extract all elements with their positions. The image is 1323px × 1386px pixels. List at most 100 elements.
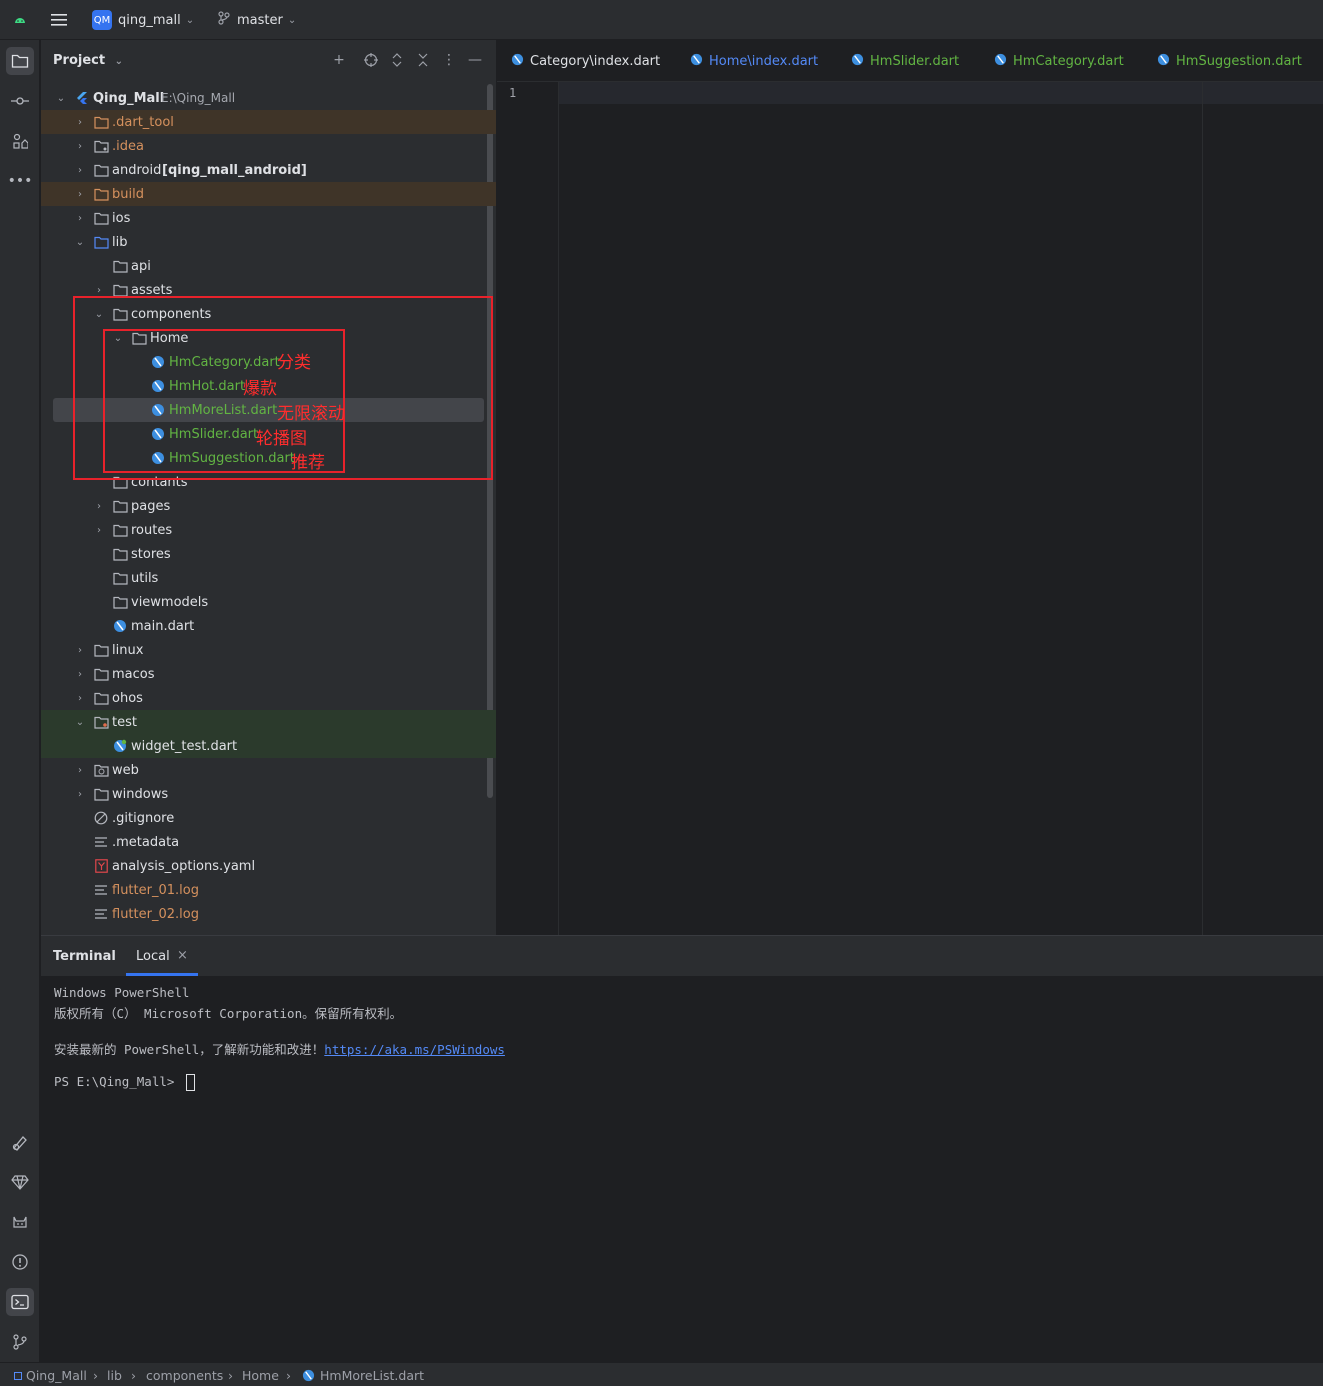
project-panel: Project ⌄ + ⋮ — ⌄ Qing_Mall E:\Qing_Mall… <box>41 40 496 935</box>
chevron-right-icon: › <box>78 188 82 200</box>
item-label: lib <box>112 234 128 250</box>
tree-item-flutter-01-log[interactable]: flutter_01.log <box>41 878 496 902</box>
add-icon[interactable]: + <box>331 52 347 68</box>
chevron-right-icon: › <box>78 692 82 704</box>
dart-file-icon <box>112 618 128 634</box>
project-panel-header: Project ⌄ + ⋮ — <box>41 40 496 82</box>
collapse-all-icon[interactable] <box>415 52 431 68</box>
breadcrumb-components[interactable]: components <box>146 1368 223 1383</box>
diamond-icon[interactable] <box>6 1168 34 1196</box>
locate-icon[interactable] <box>363 52 379 68</box>
text-file-icon <box>93 834 109 850</box>
tab-hmcategory[interactable]: HmCategory.dart <box>994 40 1124 82</box>
terminal-tool-icon[interactable] <box>6 1288 34 1316</box>
project-selector[interactable]: QM qing_mall ⌄ <box>92 0 194 40</box>
item-label: main.dart <box>131 618 195 634</box>
breadcrumb-home[interactable]: Home <box>242 1368 279 1383</box>
tree-item-ios[interactable]: › ios <box>41 206 496 230</box>
breadcrumb-lib[interactable]: lib <box>107 1368 122 1383</box>
tree-item-viewmodels[interactable]: viewmodels <box>41 590 496 614</box>
folder-excluded-icon <box>93 186 109 202</box>
expand-all-icon[interactable] <box>389 52 405 68</box>
tab-hmsuggestion[interactable]: HmSuggestion.dart <box>1157 40 1302 82</box>
git-tool-icon[interactable] <box>6 1328 34 1356</box>
flutter-inspector-icon[interactable] <box>6 1129 34 1157</box>
more-tools-icon[interactable]: ••• <box>6 167 34 195</box>
editor-tabs: Category\index.dart Home\index.dart HmSl… <box>497 40 1323 82</box>
folder-icon <box>93 210 109 226</box>
tree-item-stores[interactable]: stores <box>41 542 496 566</box>
breadcrumb-file[interactable]: HmMoreList.dart <box>302 1368 424 1385</box>
annotation-category: 分类 <box>277 353 311 373</box>
branch-icon <box>218 11 230 29</box>
tab-category-index[interactable]: Category\index.dart <box>511 40 660 82</box>
android-icon[interactable] <box>12 0 28 40</box>
tree-item-metadata[interactable]: .metadata <box>41 830 496 854</box>
tree-item-gitignore[interactable]: .gitignore <box>41 806 496 830</box>
tree-item-web[interactable]: › web <box>41 758 496 782</box>
yaml-file-icon <box>93 858 109 874</box>
item-label: android <box>112 162 162 178</box>
item-label: .idea <box>112 138 144 154</box>
project-badge: QM <box>92 10 112 30</box>
tree-item-main[interactable]: main.dart <box>41 614 496 638</box>
tree-item-linux[interactable]: › linux <box>41 638 496 662</box>
project-tool-icon[interactable] <box>6 47 34 75</box>
tree-item-windows[interactable]: › windows <box>41 782 496 806</box>
item-label: test <box>112 714 137 730</box>
tree-item-test[interactable]: ⌄ test <box>41 710 496 734</box>
line-gutter <box>497 82 559 935</box>
powershell-link[interactable]: https://aka.ms/PSWindows <box>324 1042 505 1057</box>
chevron-right-icon: › <box>93 1368 98 1383</box>
tree-item-widget-test[interactable]: widget_test.dart <box>41 734 496 758</box>
commit-tool-icon[interactable] <box>6 87 34 115</box>
annotation-hot: 爆款 <box>243 379 277 399</box>
project-title: Project <box>53 53 106 68</box>
annotation-more-list: 无限滚动 <box>277 404 345 424</box>
tree-item-routes[interactable]: › routes <box>41 518 496 542</box>
terminal-prompt-line[interactable]: PS E:\Qing_Mall> <box>54 1074 195 1091</box>
tree-item-ohos[interactable]: › ohos <box>41 686 496 710</box>
chevron-down-icon: ⌄ <box>56 92 66 104</box>
breadcrumb-project[interactable]: Qing_Mall <box>14 1368 87 1383</box>
dart-file-icon <box>1157 53 1170 70</box>
cat-icon[interactable] <box>6 1208 34 1236</box>
tab-home-index[interactable]: Home\index.dart <box>690 40 818 82</box>
dart-file-icon <box>994 53 1007 70</box>
tree-item-api[interactable]: api <box>41 254 496 278</box>
structure-tool-icon[interactable] <box>6 127 34 155</box>
hide-panel-icon[interactable]: — <box>467 52 483 68</box>
tree-item-android[interactable]: › android [qing_mall_android] <box>41 158 496 182</box>
line-number: 1 <box>509 86 517 100</box>
tree-item-build[interactable]: › build <box>41 182 496 206</box>
tree-item-lib[interactable]: ⌄ lib <box>41 230 496 254</box>
tree-item-dart-tool[interactable]: › .dart_tool <box>41 110 496 134</box>
chevron-down-icon: ⌄ <box>287 14 297 26</box>
options-icon[interactable]: ⋮ <box>441 52 457 68</box>
tree-item-analysis-options[interactable]: analysis_options.yaml <box>41 854 496 878</box>
chevron-down-icon: ⌄ <box>185 14 195 26</box>
tree-item-flutter-02-log[interactable]: flutter_02.log <box>41 902 496 926</box>
problems-icon[interactable] <box>6 1248 34 1276</box>
main-menu-icon[interactable] <box>50 0 68 40</box>
item-label: macos <box>112 666 155 682</box>
project-view-selector[interactable]: Project ⌄ <box>53 53 123 68</box>
tree-item-idea[interactable]: › .idea <box>41 134 496 158</box>
right-margin-guide <box>1202 82 1203 935</box>
tree-item-macos[interactable]: › macos <box>41 662 496 686</box>
tab-hmslider[interactable]: HmSlider.dart <box>851 40 959 82</box>
tree-item-utils[interactable]: utils <box>41 566 496 590</box>
chevron-right-icon: › <box>78 116 82 128</box>
module-name: [qing_mall_android] <box>162 162 307 178</box>
status-bar: Qing_Mall › lib › components › Home › Hm… <box>0 1362 1323 1386</box>
tree-root-row[interactable]: ⌄ Qing_Mall E:\Qing_Mall <box>41 86 496 110</box>
tab-local[interactable]: Local <box>136 949 170 964</box>
tree-item-pages[interactable]: › pages <box>41 494 496 518</box>
item-label: pages <box>131 498 171 514</box>
branch-selector[interactable]: master ⌄ <box>218 0 296 40</box>
close-icon[interactable]: × <box>177 948 188 963</box>
breadcrumb-label: Qing_Mall <box>26 1368 87 1383</box>
item-label: .dart_tool <box>112 114 174 130</box>
folder-icon <box>112 258 128 274</box>
item-label: utils <box>131 570 159 586</box>
